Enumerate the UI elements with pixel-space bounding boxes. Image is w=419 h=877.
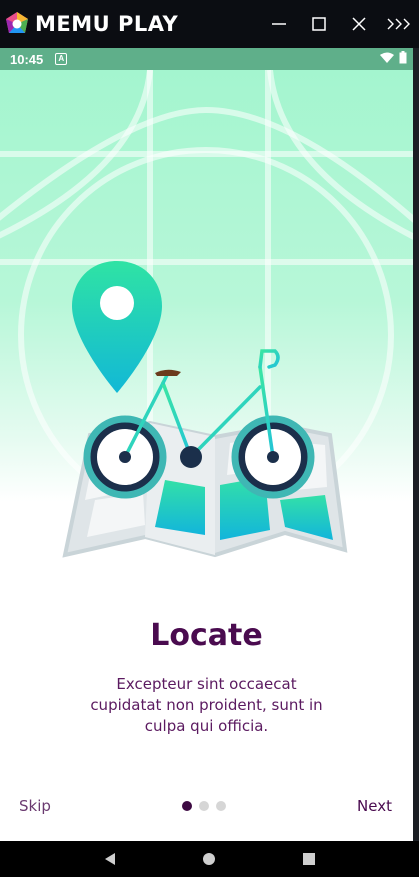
- notification-icon: A: [55, 53, 68, 65]
- back-icon[interactable]: [95, 844, 125, 874]
- description-text: Excepteur sint occaecat cupidatat non pr…: [90, 675, 323, 735]
- page-title: Locate: [150, 618, 263, 653]
- skip-button[interactable]: Skip: [19, 797, 51, 815]
- emulator-side-strip: [413, 48, 419, 841]
- page-dot-1[interactable]: [182, 801, 192, 811]
- page-dot-2[interactable]: [199, 801, 209, 811]
- minimize-icon[interactable]: [259, 0, 299, 48]
- status-time: 10:45: [10, 51, 44, 67]
- next-button[interactable]: Next: [357, 797, 392, 815]
- navigation-bar: [0, 841, 419, 877]
- location-pin-icon: [72, 261, 162, 393]
- emulator-title-bar: MEMU PLAY: [0, 0, 419, 48]
- page-indicator: [182, 801, 226, 811]
- emulator-title: MEMU PLAY: [35, 12, 179, 36]
- home-icon[interactable]: [194, 844, 224, 874]
- onboarding-screen: Locate Excepteur sint occaecat cupidatat…: [0, 70, 413, 841]
- memu-logo-icon: [4, 11, 30, 37]
- status-bar: 10:45 A: [0, 48, 413, 70]
- battery-icon: [399, 51, 407, 64]
- more-icon[interactable]: [379, 0, 419, 48]
- page-dot-3[interactable]: [216, 801, 226, 811]
- maximize-icon[interactable]: [299, 0, 339, 48]
- wifi-icon: [380, 52, 394, 63]
- locate-illustration: [62, 261, 348, 558]
- recents-icon[interactable]: [294, 844, 324, 874]
- close-icon[interactable]: [339, 0, 379, 48]
